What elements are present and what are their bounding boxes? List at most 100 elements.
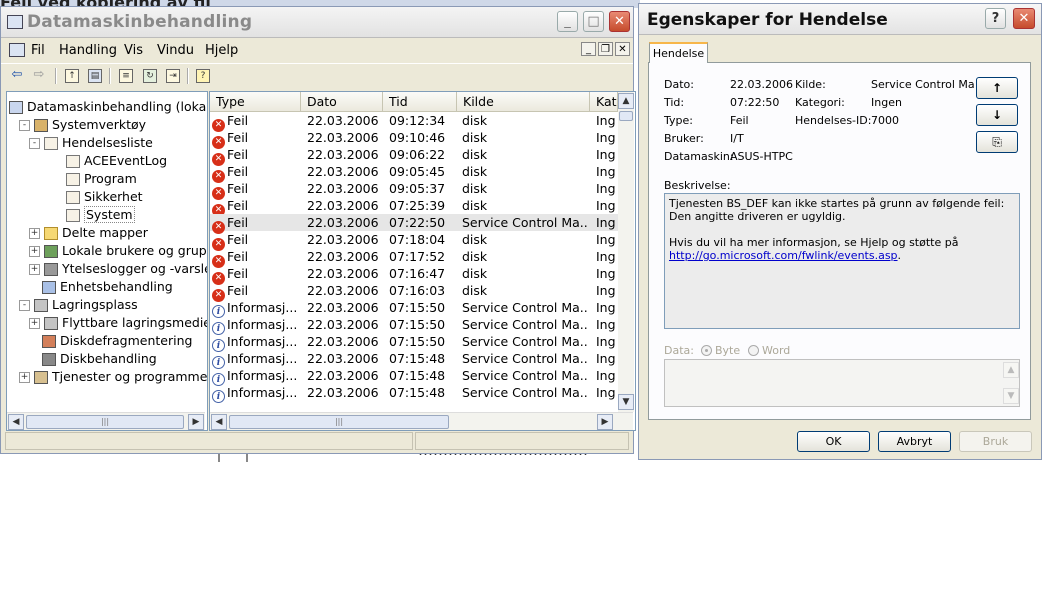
defrag-icon (42, 335, 56, 348)
collapse-icon[interactable]: - (29, 138, 40, 149)
dialog-help-button[interactable]: ? (985, 8, 1006, 29)
scroll-left-button[interactable]: ◀ (8, 414, 24, 430)
tree-node[interactable]: Diskbehandling (42, 350, 157, 368)
tree-node-label: Lokale brukere og grupp (62, 243, 208, 258)
data-scroll-up-button[interactable]: ▲ (1003, 362, 1019, 378)
table-row[interactable]: i Informasj... 22.03.2006 07:15:48 Service C… (210, 384, 618, 403)
description-textbox[interactable]: Tjenesten BS_DEF kan ikke startes på gru… (664, 193, 1020, 329)
show-hide-tree-icon[interactable]: ▤ (88, 69, 102, 83)
properties-icon[interactable]: ≡ (119, 69, 133, 83)
expand-icon[interactable]: + (29, 318, 40, 329)
scroll-up-button[interactable]: ▲ (618, 93, 634, 109)
radio-byte[interactable]: Byte (701, 344, 740, 357)
table-row[interactable]: ✕ Feil 22.03.2006 09:10:46 disk Ing (210, 129, 618, 149)
list-vertical-scrollbar[interactable]: ▲ ▼ (618, 92, 634, 412)
ok-button[interactable]: OK (797, 431, 870, 452)
column-header-time[interactable]: Tid (383, 92, 457, 111)
tab-hendelse[interactable]: Hendelse (649, 42, 708, 63)
tree-node[interactable]: + Flyttbare lagringsmedier (29, 314, 207, 332)
tree-node[interactable]: System (66, 206, 135, 224)
dialog-titlebar[interactable]: Egenskaper for Hendelse ? ✕ (639, 4, 1041, 35)
expand-icon[interactable]: + (29, 228, 40, 239)
data-textbox[interactable]: ▲ ▼ (664, 359, 1020, 407)
tree-node[interactable]: + Lokale brukere og grupp (29, 242, 208, 260)
tree-node[interactable]: Sikkerhet (66, 188, 143, 206)
table-row[interactable]: ✕ Feil 22.03.2006 09:05:37 disk Ing (210, 180, 618, 200)
refresh-icon[interactable]: ↻ (143, 69, 157, 83)
tree-horizontal-scrollbar[interactable]: ◀ ||| ▶ (7, 412, 205, 430)
export-list-icon[interactable]: ⇥ (166, 69, 180, 83)
copy-button[interactable]: ⎘ (976, 131, 1018, 153)
table-row[interactable]: ✕ Feil 22.03.2006 07:18:04 disk Ing (210, 231, 618, 251)
scroll-left-button[interactable]: ◀ (211, 414, 227, 430)
column-header-date[interactable]: Dato (301, 92, 383, 111)
description-line: Den angitte driveren er ugyldig. (669, 210, 846, 223)
tree-node[interactable]: + Ytelseslogger og -varsle (29, 260, 207, 278)
maximize-button[interactable]: □ (583, 11, 604, 32)
tree-node[interactable]: - Systemverktøy (19, 116, 146, 134)
tree-node[interactable]: + Delte mapper (29, 224, 148, 242)
description-link[interactable]: http://go.microsoft.com/fwlink/events.as… (669, 249, 898, 262)
forward-arrow-icon[interactable]: ⇨ (31, 67, 47, 83)
table-row[interactable]: i Informasj... 22.03.2006 07:15:48 Service C… (210, 350, 618, 369)
tree-scroll-thumb[interactable]: ||| (26, 415, 184, 429)
collapse-icon[interactable]: - (19, 300, 30, 311)
table-row[interactable]: ✕ Feil 22.03.2006 07:16:47 disk Ing (210, 265, 618, 285)
tree-node[interactable]: Diskdefragmentering (42, 332, 192, 350)
table-row[interactable]: ✕ Feil 22.03.2006 07:16:03 disk Ing (210, 282, 618, 302)
tree-node[interactable]: + Tjenester og programmer (19, 368, 207, 386)
list-scroll-thumb[interactable]: ||| (229, 415, 449, 429)
list-horizontal-scrollbar[interactable]: ◀ ||| ▶ (210, 412, 633, 430)
menu-hjelp[interactable]: Hjelp (205, 43, 238, 58)
table-row[interactable]: i Informasj... 22.03.2006 07:15:50 Service C… (210, 316, 618, 335)
cell-cat: Ing (596, 350, 618, 367)
child-minimize-button[interactable]: _ (581, 42, 596, 56)
cancel-button[interactable]: Avbryt (878, 431, 951, 452)
menu-vindu[interactable]: Vindu (157, 43, 194, 58)
expand-icon[interactable]: + (19, 372, 30, 383)
close-button[interactable]: ✕ (609, 11, 630, 32)
table-row[interactable]: ✕ Feil 22.03.2006 09:12:34 disk Ing (210, 112, 618, 132)
column-header-source[interactable]: Kilde (457, 92, 590, 111)
tree-node[interactable]: Program (66, 170, 137, 188)
menu-fil[interactable]: Fil (31, 43, 45, 58)
list-vertical-thumb[interactable] (619, 111, 633, 121)
scroll-right-button[interactable]: ▶ (597, 414, 613, 430)
next-event-button[interactable]: ↓ (976, 104, 1018, 126)
column-header-category[interactable]: Kat (590, 92, 618, 111)
child-restore-button[interactable]: ❐ (598, 42, 613, 56)
help-icon[interactable]: ? (196, 69, 210, 83)
menu-vis[interactable]: Vis (124, 43, 143, 58)
radio-word[interactable]: Word (748, 344, 790, 357)
tree-node[interactable]: ACEEventLog (66, 152, 167, 170)
child-close-button[interactable]: ✕ (615, 42, 630, 56)
back-arrow-icon[interactable]: ⇦ (9, 67, 25, 83)
column-header-type[interactable]: Type (210, 92, 301, 111)
table-row[interactable]: i Informasj... 22.03.2006 07:15:50 Service C… (210, 333, 618, 352)
tree-node[interactable]: Datamaskinbehandling (lokal) (9, 98, 207, 116)
table-row[interactable]: ✕ Feil 22.03.2006 07:25:39 disk Ing (210, 197, 618, 217)
table-row[interactable]: ✕ Feil 22.03.2006 09:05:45 disk Ing (210, 163, 618, 183)
tree-node[interactable]: Enhetsbehandling (42, 278, 173, 296)
collapse-icon[interactable]: - (19, 120, 30, 131)
previous-event-button[interactable]: ↑ (976, 77, 1018, 99)
table-row[interactable]: ✕ Feil 22.03.2006 07:17:52 disk Ing (210, 248, 618, 268)
data-scroll-down-button[interactable]: ▼ (1003, 388, 1019, 404)
up-folder-icon[interactable]: ↑ (65, 69, 79, 83)
expand-icon[interactable]: + (29, 264, 40, 275)
tree-node[interactable]: - Lagringsplass (19, 296, 138, 314)
apply-button[interactable]: Bruk (959, 431, 1032, 452)
menu-handling[interactable]: Handling (59, 43, 117, 58)
table-row[interactable]: i Informasj... 22.03.2006 07:15:48 Service C… (210, 367, 618, 386)
tree-node[interactable]: - Hendelsesliste (29, 134, 153, 152)
table-row[interactable]: ✕ Feil 22.03.2006 09:06:22 disk Ing (210, 146, 618, 166)
table-row[interactable]: i Informasj... 22.03.2006 07:15:50 Service C… (210, 299, 618, 318)
minimize-button[interactable]: _ (557, 11, 578, 32)
table-row[interactable]: ✕ Feil 22.03.2006 07:22:50 Service Control M… (210, 214, 618, 234)
scroll-down-button[interactable]: ▼ (618, 394, 634, 410)
cell-cat: Ing (596, 367, 618, 384)
dialog-close-button[interactable]: ✕ (1013, 8, 1035, 29)
scroll-right-button[interactable]: ▶ (188, 414, 204, 430)
expand-icon[interactable]: + (29, 246, 40, 257)
window-titlebar[interactable]: Datamaskinbehandling _ □ ✕ (1, 7, 633, 38)
